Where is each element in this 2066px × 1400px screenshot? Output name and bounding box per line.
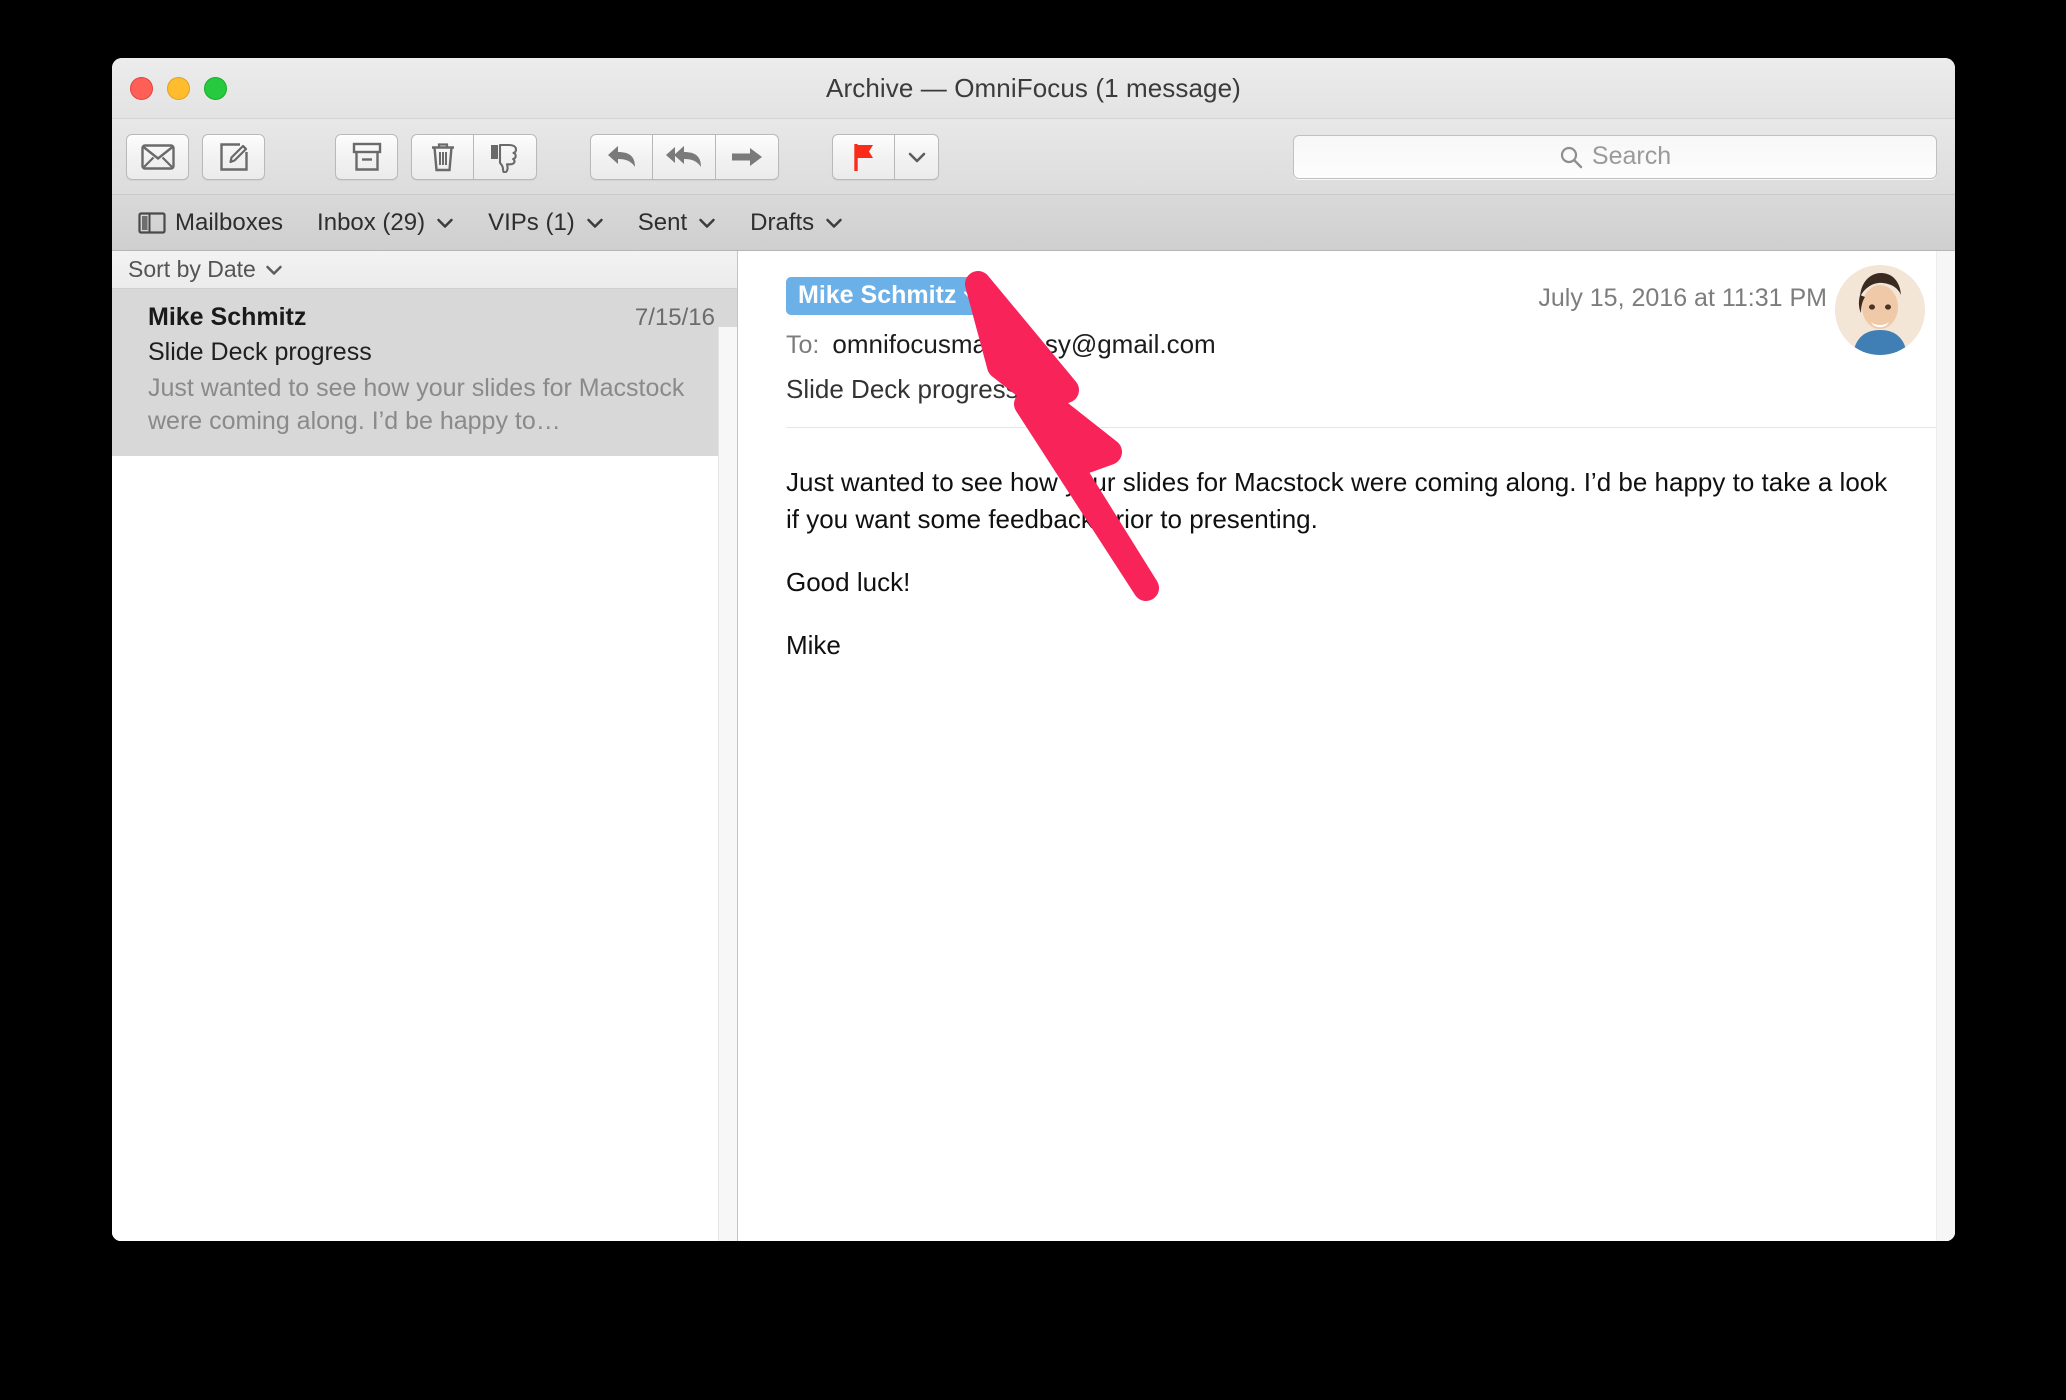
reply-arrow-icon: [605, 143, 639, 171]
fav-label-drafts: Drafts: [750, 208, 815, 236]
sidebar-item-drafts[interactable]: Drafts: [750, 209, 843, 237]
search-container: Search: [1293, 134, 1937, 179]
sidebar-item-inbox[interactable]: Inbox (29): [317, 209, 454, 237]
message-list-scrollbar[interactable]: [718, 327, 737, 1241]
chevron-down-icon: [907, 150, 927, 164]
forward-button[interactable]: [716, 133, 779, 180]
body-paragraph-1: Just wanted to see how your slides for M…: [786, 467, 1888, 534]
window-titlebar: Archive — OmniFocus (1 message): [112, 58, 1955, 119]
compose-group: [202, 133, 265, 180]
chevron-down-icon: [698, 217, 716, 229]
reply-all-arrow-icon: [664, 143, 704, 171]
list-item-subject: Slide Deck progress: [148, 338, 372, 366]
list-item[interactable]: Mike Schmitz 7/15/16 Slide Deck progress…: [112, 289, 737, 456]
mail-window: Archive — OmniFocus (1 message) Search M…: [112, 58, 1955, 1241]
to-label: To:: [786, 331, 820, 359]
sort-by-date-button[interactable]: Sort by Date: [128, 256, 283, 283]
sort-bar: Sort by Date: [112, 251, 737, 289]
chevron-down-icon: [586, 217, 604, 229]
message-subject: Slide Deck progress: [786, 374, 1019, 404]
main-content: Sort by Date Mike Schmitz 7/15/16 Slide …: [112, 251, 1955, 1241]
window-title: Archive — OmniFocus (1 message): [826, 73, 1241, 103]
toolbar: Search: [112, 119, 1955, 195]
sidebar-item-mailboxes[interactable]: Mailboxes: [138, 209, 283, 237]
fav-label-sent: Sent: [637, 208, 688, 236]
message-header: Mike Schmitz July 15, 2016 at 11:31 PM T…: [738, 251, 1955, 428]
header-divider: [786, 427, 1955, 428]
search-placeholder: Search: [1591, 142, 1672, 170]
archive-button[interactable]: [335, 133, 398, 180]
list-item-date: 7/15/16: [634, 304, 715, 331]
archive-box-icon: [352, 141, 382, 173]
fav-label-mailboxes: Mailboxes: [175, 208, 284, 236]
fav-label-inbox: Inbox (29): [317, 208, 426, 236]
envelope-icon: [140, 143, 175, 170]
sort-label-text: Sort by Date: [128, 256, 256, 282]
list-item-preview: Just wanted to see how your slides for M…: [148, 374, 685, 435]
to-recipient[interactable]: omnifocusmadeeasy@gmail.com: [832, 329, 1215, 360]
junk-button[interactable]: [474, 133, 537, 180]
message-view-pane: Mike Schmitz July 15, 2016 at 11:31 PM T…: [738, 251, 1955, 1241]
screen: Archive — OmniFocus (1 message) Search M…: [0, 0, 2066, 1400]
sidebar-item-sent[interactable]: Sent: [638, 209, 716, 237]
reply-button[interactable]: [590, 133, 653, 180]
sidebar-toggle-icon: [138, 211, 166, 235]
favorites-bar: Mailboxes Inbox (29) VIPs (1) Sent Draft…: [112, 195, 1955, 251]
reply-all-button[interactable]: [653, 133, 716, 180]
search-input[interactable]: Search: [1293, 134, 1937, 179]
chevron-down-icon: [436, 217, 454, 229]
flag-button[interactable]: [832, 133, 895, 180]
mail-actions-group: [126, 133, 189, 180]
flag-icon: [851, 142, 877, 172]
message-list-pane: Sort by Date Mike Schmitz 7/15/16 Slide …: [112, 251, 738, 1241]
chevron-down-icon: [825, 217, 843, 229]
reply-group: [590, 133, 779, 180]
flag-menu-button[interactable]: [895, 133, 939, 180]
thumbs-down-icon: [489, 141, 521, 173]
body-paragraph-3: Mike: [786, 629, 841, 660]
message-view-scrollbar[interactable]: [1936, 251, 1955, 1241]
list-item-sender: Mike Schmitz: [148, 303, 307, 331]
chevron-down-icon: [265, 264, 283, 276]
get-mail-button[interactable]: [126, 133, 189, 180]
chevron-down-icon: [963, 290, 979, 301]
trash-icon: [429, 141, 457, 173]
sender-badge[interactable]: Mike Schmitz: [786, 277, 991, 315]
message-date: July 15, 2016 at 11:31 PM: [1538, 284, 1827, 312]
avatar: [1835, 265, 1925, 355]
flag-group: [832, 133, 939, 180]
forward-arrow-icon: [730, 145, 764, 169]
to-row: To: omnifocusmadeeasy@gmail.com: [786, 329, 1955, 360]
delete-button[interactable]: [411, 133, 474, 180]
sidebar-item-vips[interactable]: VIPs (1): [488, 209, 604, 237]
body-paragraph-2: Good luck!: [786, 566, 911, 597]
search-icon: [1559, 145, 1583, 169]
fav-label-vips: VIPs (1): [488, 208, 575, 236]
archive-group: [335, 133, 398, 180]
delete-junk-group: [411, 133, 537, 180]
sender-badge-label: Mike Schmitz: [798, 281, 957, 309]
message-body: Just wanted to see how your slides for M…: [738, 428, 1955, 664]
compose-icon: [218, 141, 250, 173]
compose-button[interactable]: [202, 133, 265, 180]
message-list[interactable]: Mike Schmitz 7/15/16 Slide Deck progress…: [112, 289, 737, 1241]
